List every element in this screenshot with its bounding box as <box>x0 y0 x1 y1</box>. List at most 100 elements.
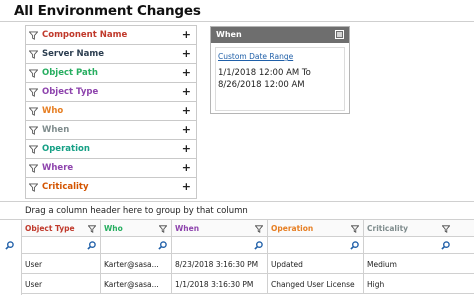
cell-text: User <box>25 280 43 289</box>
column-header-label: Who <box>104 224 123 233</box>
magnifier-icon[interactable] <box>350 241 359 250</box>
column-header-when[interactable]: When <box>172 220 268 236</box>
title-divider <box>0 21 474 22</box>
cell-text: User <box>25 260 43 269</box>
filter-item-label: Who <box>42 106 64 116</box>
plus-icon[interactable]: + <box>182 123 191 136</box>
group-by-hint: Drag a column header here to group by th… <box>25 206 248 216</box>
column-header-label: Object Type <box>25 224 75 233</box>
funnel-icon <box>29 107 38 116</box>
cell-text: High <box>367 280 385 289</box>
when-panel-title: When <box>216 30 242 39</box>
funnel-icon[interactable] <box>351 225 359 233</box>
table-cell: User <box>22 274 101 293</box>
cell-text: Changed User License <box>271 280 355 289</box>
table-cell: 1/1/2018 3:16:30 PM <box>172 274 268 293</box>
column-header-label: Operation <box>271 224 314 233</box>
grid-filter-row <box>22 237 474 254</box>
filter-list: Component Name + Server Name + Object Path + O… <box>25 25 197 199</box>
magnifier-icon[interactable] <box>5 241 14 250</box>
date-range-start: 1/1/2018 12:00 AM To <box>218 68 311 78</box>
magnifier-icon[interactable] <box>87 241 96 250</box>
plus-icon[interactable]: + <box>182 161 191 174</box>
filter-item-label: Object Type <box>42 87 99 97</box>
page-title: All Environment Changes <box>14 3 201 19</box>
filter-item-label: Where <box>42 163 74 173</box>
date-range-text: 1/1/2018 12:00 AM To 8/26/2018 12:00 AM <box>218 67 311 91</box>
plus-icon[interactable]: + <box>182 66 191 79</box>
column-header-who[interactable]: Who <box>101 220 172 236</box>
funnel-icon <box>29 126 38 135</box>
funnel-icon <box>29 183 38 192</box>
filter-item-when[interactable]: When + <box>26 121 196 140</box>
plus-icon[interactable]: + <box>182 28 191 41</box>
filter-item-label: Operation <box>42 144 90 154</box>
funnel-icon[interactable] <box>159 225 167 233</box>
cell-text: Medium <box>367 260 397 269</box>
plus-icon[interactable]: + <box>182 47 191 60</box>
filter-item-label: Component Name <box>42 30 128 40</box>
grid-header-row: Object Type Who When Operation Criticality <box>22 220 474 237</box>
filter-item-object-type[interactable]: Object Type + <box>26 83 196 102</box>
when-panel-body: Custom Date Range 1/1/2018 12:00 AM To 8… <box>215 47 345 111</box>
cell-text: Karter@sasa... <box>104 280 159 289</box>
plus-icon[interactable]: + <box>182 104 191 117</box>
window-menu-icon[interactable] <box>335 30 344 39</box>
table-cell: Karter@sasa... <box>101 274 172 293</box>
filter-item-who[interactable]: Who + <box>26 102 196 121</box>
funnel-icon[interactable] <box>442 225 450 233</box>
table-cell: Updated <box>268 254 364 273</box>
column-header-criticality[interactable]: Criticality <box>364 220 454 236</box>
filter-item-operation[interactable]: Operation + <box>26 140 196 159</box>
table-cell: Karter@sasa... <box>101 254 172 273</box>
cell-text: Karter@sasa... <box>104 260 159 269</box>
column-filter-cell[interactable] <box>22 237 101 253</box>
column-filter-cell[interactable] <box>268 237 364 253</box>
table-cell: 8/23/2018 3:16:30 PM <box>172 254 268 273</box>
magnifier-icon[interactable] <box>158 241 167 250</box>
column-filter-cell[interactable] <box>172 237 268 253</box>
funnel-icon <box>29 164 38 173</box>
filter-item-where[interactable]: Where + <box>26 159 196 178</box>
date-range-end: 8/26/2018 12:00 AM <box>218 80 305 90</box>
cell-text: Updated <box>271 260 303 269</box>
group-by-panel[interactable]: Drag a column header here to group by th… <box>0 201 474 220</box>
column-header-label: Criticality <box>367 224 409 233</box>
cell-text: 1/1/2018 3:16:30 PM <box>175 280 254 289</box>
plus-icon[interactable]: + <box>182 180 191 193</box>
custom-date-range-link[interactable]: Custom Date Range <box>218 52 293 61</box>
filter-item-label: Criticality <box>42 182 89 192</box>
table-cell: User <box>22 254 101 273</box>
filter-item-label: Server Name <box>42 49 105 59</box>
table-row[interactable]: User Karter@sasa... 8/23/2018 3:16:30 PM Up… <box>22 254 474 274</box>
filter-item-label: When <box>42 125 70 135</box>
row-gutter <box>0 220 22 295</box>
column-header-label: When <box>175 224 200 233</box>
column-filter-cell[interactable] <box>101 237 172 253</box>
funnel-icon <box>29 88 38 97</box>
funnel-icon <box>29 69 38 78</box>
table-row[interactable]: User Karter@sasa... 1/1/2018 3:16:30 PM Cha… <box>22 274 474 294</box>
filter-item-label: Object Path <box>42 68 98 78</box>
table-cell: High <box>364 274 454 293</box>
funnel-icon <box>29 145 38 154</box>
column-header-operation[interactable]: Operation <box>268 220 364 236</box>
magnifier-icon[interactable] <box>441 241 450 250</box>
column-filter-cell[interactable] <box>364 237 454 253</box>
column-header-object-type[interactable]: Object Type <box>22 220 101 236</box>
when-filter-panel: When Custom Date Range 1/1/2018 12:00 AM… <box>210 26 350 114</box>
plus-icon[interactable]: + <box>182 142 191 155</box>
table-cell: Medium <box>364 254 454 273</box>
magnifier-icon[interactable] <box>254 241 263 250</box>
funnel-icon[interactable] <box>255 225 263 233</box>
table-cell: Changed User License <box>268 274 364 293</box>
filter-item-criticality[interactable]: Criticality + <box>26 178 196 197</box>
filter-item-component-name[interactable]: Component Name + <box>26 26 196 45</box>
filter-item-object-path[interactable]: Object Path + <box>26 64 196 83</box>
cell-text: 8/23/2018 3:16:30 PM <box>175 260 259 269</box>
filter-item-server-name[interactable]: Server Name + <box>26 45 196 64</box>
plus-icon[interactable]: + <box>182 85 191 98</box>
funnel-icon <box>29 50 38 59</box>
changes-grid: Drag a column header here to group by th… <box>0 201 474 295</box>
funnel-icon[interactable] <box>88 225 96 233</box>
